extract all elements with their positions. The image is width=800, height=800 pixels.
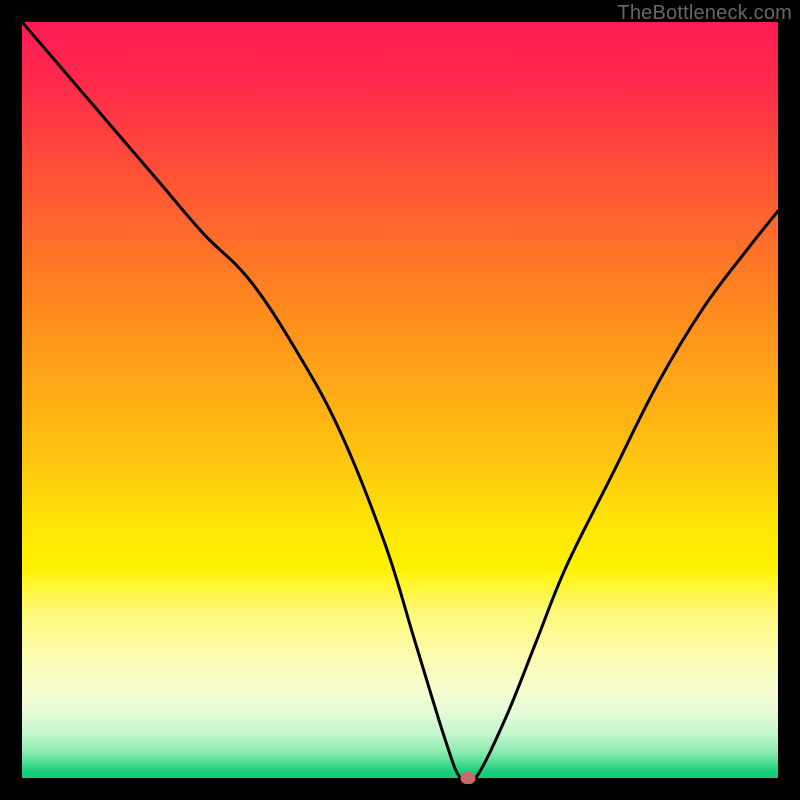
bottleneck-curve <box>22 22 778 778</box>
chart-wrap: TheBottleneck.com <box>0 0 800 800</box>
optimal-marker <box>461 772 476 784</box>
plot-area <box>22 22 778 778</box>
chart-frame <box>22 22 778 778</box>
